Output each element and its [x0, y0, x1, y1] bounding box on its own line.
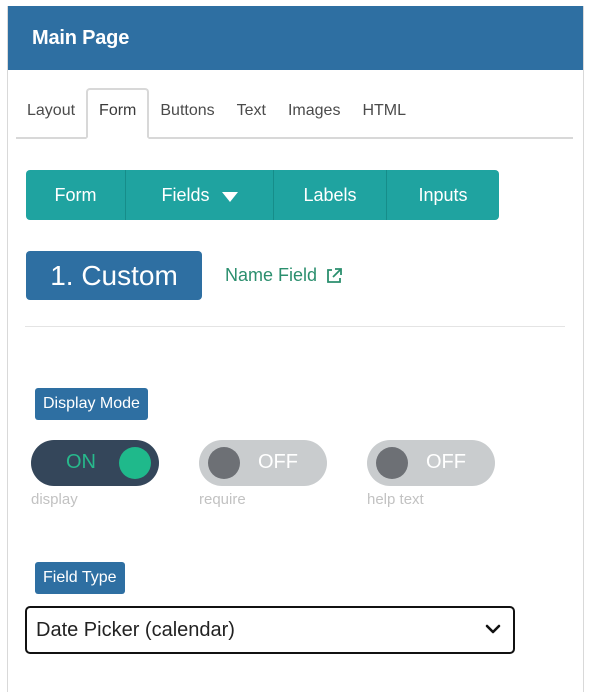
field-number-badge: 1. Custom: [26, 251, 202, 300]
field-type-select[interactable]: Date Picker (calendar): [25, 606, 515, 654]
field-type-label: Field Type: [35, 562, 125, 594]
require-caption: require: [199, 491, 246, 508]
display-mode-text: Display Mode: [43, 395, 140, 412]
subnav-labels-button[interactable]: Labels: [274, 170, 387, 220]
subnav-fields-dropdown[interactable]: Fields: [126, 170, 274, 220]
display-mode-label: Display Mode: [35, 388, 148, 420]
chevron-down-icon: [485, 624, 501, 634]
require-toggle[interactable]: OFF: [199, 440, 327, 486]
toggle-knob: [119, 447, 151, 479]
section-divider: [25, 326, 565, 327]
subnav-labels-label: Labels: [303, 184, 357, 205]
tab-layout[interactable]: Layout: [16, 88, 86, 137]
tab-html[interactable]: HTML: [351, 88, 417, 137]
tab-bar: Layout Form Buttons Text Images HTML: [16, 88, 573, 139]
external-link-icon: [327, 267, 342, 283]
panel-header: Main Page: [8, 6, 583, 70]
require-toggle-state: OFF: [258, 451, 298, 473]
subnav-form-label: Form: [54, 184, 97, 205]
tab-buttons[interactable]: Buttons: [149, 88, 225, 137]
display-toggle-state: ON: [66, 451, 96, 473]
display-caption: display: [31, 491, 78, 508]
subnav-inputs-button[interactable]: Inputs: [387, 170, 499, 220]
field-number-label: 1. Custom: [50, 259, 178, 291]
panel-title: Main Page: [32, 26, 130, 49]
tab-text[interactable]: Text: [226, 88, 277, 137]
subnav-inputs-label: Inputs: [418, 184, 468, 205]
subnav-fields-label: Fields: [161, 184, 210, 205]
subnav-form-button[interactable]: Form: [26, 170, 126, 220]
field-type-text: Field Type: [43, 569, 117, 586]
caret-down-icon: [221, 191, 238, 202]
help-text-toggle[interactable]: OFF: [367, 440, 495, 486]
toggle-knob: [376, 447, 408, 479]
field-type-selected-value: Date Picker (calendar): [36, 618, 235, 641]
name-field-link[interactable]: Name Field: [225, 265, 343, 286]
form-subnav: Form Fields Labels Inputs: [26, 170, 499, 220]
help-text-caption: help text: [367, 491, 424, 508]
help-text-toggle-state: OFF: [426, 451, 466, 473]
display-toggle[interactable]: ON: [31, 440, 159, 486]
tab-form[interactable]: Form: [86, 88, 150, 139]
name-field-link-label: Name Field: [225, 265, 318, 285]
toggle-knob: [208, 447, 240, 479]
tab-images[interactable]: Images: [277, 88, 351, 137]
